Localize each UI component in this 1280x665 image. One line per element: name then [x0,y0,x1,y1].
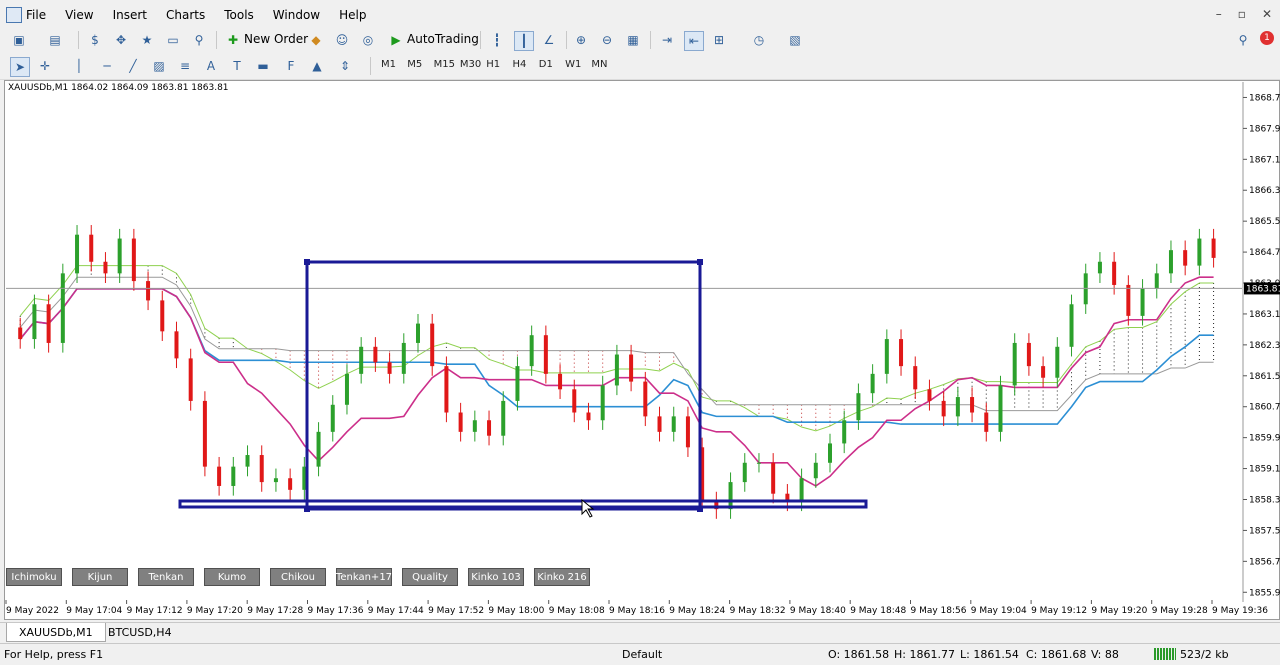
autotrading-button[interactable]: AutoTrading [407,32,479,46]
status-low: L: 1861.54 [960,648,1019,661]
vps-icon[interactable]: ◎ [359,31,377,49]
menu-window[interactable]: Window [273,8,320,22]
separator [78,31,79,49]
status-help: For Help, press F1 [4,648,104,661]
menu-charts[interactable]: Charts [166,8,205,22]
separator [370,57,371,75]
auto-scroll-icon[interactable]: ⇥ [658,31,676,49]
triangle-icon[interactable]: ▲ [308,57,326,75]
indicator-button-chikou[interactable]: Chikou [270,568,326,586]
timeframe-m5[interactable]: M5 [407,59,422,70]
new-order-button[interactable]: New Order [244,32,308,46]
meta-editor-icon[interactable]: ◆ [307,31,325,49]
indicator-button-ichimoku[interactable]: Ichimoku [6,568,62,586]
indicators-icon[interactable]: ⊞ [710,31,728,49]
zoom-in-icon[interactable]: ⊕ [572,31,590,49]
status-profile: Default [622,648,663,661]
separator [216,31,217,49]
zoom-out-icon[interactable]: ⊖ [598,31,616,49]
profiles-icon[interactable]: ▤ [46,31,64,49]
signals-icon[interactable]: ☺ [333,31,351,49]
status-bar: For Help, press F1 Default O: 1861.58 H:… [0,643,1280,665]
new-order-icon[interactable]: ✚ [224,31,242,49]
fibonacci-icon[interactable]: ≡ [176,57,194,75]
indicator-button-kinko-103[interactable]: Kinko 103 [468,568,524,586]
menu-tools[interactable]: Tools [224,8,254,22]
new-chart-icon[interactable]: ▣ [10,31,28,49]
standard-toolbar: ▣ ▤ $ ✥ ★ ▭ ⚲ ✚ New Order ◆ ☺ ◎ ▶ AutoTr… [0,27,1280,54]
app-icon [6,7,22,23]
close-icon[interactable]: ✕ [1262,7,1272,21]
menu-insert[interactable]: Insert [113,8,147,22]
bar-chart-icon[interactable]: ┇ [488,31,506,49]
timeframe-d1[interactable]: D1 [539,59,553,70]
indicator-button-kumo[interactable]: Kumo [204,568,260,586]
connection-icon [1154,648,1176,660]
chart-tabs: XAUUSDb,M1 BTCUSD,H4 [0,622,1280,643]
chart-symbol-info: XAUUSDb,M1 1864.02 1864.09 1863.81 1863.… [8,83,229,93]
menu-list: File View Insert Charts Tools Window Help [26,8,385,22]
vertical-line-icon[interactable]: │ [70,57,88,75]
minimize-icon[interactable]: – [1216,7,1222,21]
chart-shift-icon[interactable]: ⇤ [684,31,704,51]
timeframe-mn[interactable]: MN [591,59,607,70]
timeframe-m30[interactable]: M30 [460,59,481,70]
templates-icon[interactable]: ▧ [786,31,804,49]
rectangle-icon[interactable]: ▬ [254,57,272,75]
window-controls: – ▫ ✕ [1216,7,1272,21]
status-high: H: 1861.77 [894,648,955,661]
timeframe-h1[interactable]: H1 [486,59,500,70]
text-icon[interactable]: A [202,57,220,75]
menu-file[interactable]: File [26,8,46,22]
tile-windows-icon[interactable]: ▦ [624,31,642,49]
trendline-icon[interactable]: ╱ [124,57,142,75]
timeframe-m1[interactable]: M1 [381,59,396,70]
restore-icon[interactable]: ▫ [1238,7,1246,21]
separator [650,31,651,49]
indicator-button-tenkan[interactable]: Tenkan [138,568,194,586]
tab-btcusd[interactable]: BTCUSD,H4 [96,623,184,641]
arrows-icon[interactable]: ⇕ [336,57,354,75]
search-icon[interactable]: ⚲ [1234,31,1252,49]
crosshair-icon[interactable]: ✥ [112,31,130,49]
indicator-button-quality[interactable]: Quality [402,568,458,586]
tester-icon[interactable]: ⚲ [190,31,208,49]
candlestick-icon[interactable]: ┃ [514,31,534,51]
market-watch-icon[interactable]: $ [86,31,104,49]
menu-view[interactable]: View [65,8,93,22]
separator [480,31,481,49]
periods-icon[interactable]: ◷ [750,31,768,49]
timeframe-w1[interactable]: W1 [565,59,581,70]
status-open: O: 1861.58 [828,648,890,661]
indicator-button-tenkan-17[interactable]: Tenkan+17 [336,568,392,586]
status-volume: V: 88 [1091,648,1119,661]
timeframe-h4[interactable]: H4 [513,59,527,70]
indicator-button-kijun[interactable]: Kijun [72,568,128,586]
equidistant-channel-icon[interactable]: ▨ [150,57,168,75]
drawing-toolbar: ➤ ✛ │ ─ ╱ ▨ ≡ A T ▬ F ▲ ⇕ M1 M5 M15 M30 H1 H4… [0,53,1280,80]
tab-xauusd[interactable]: XAUUSDb,M1 [6,623,106,642]
status-traffic: 523/2 kb [1180,648,1229,661]
status-close: C: 1861.68 [1026,648,1087,661]
crosshair-tool-icon[interactable]: ✛ [36,57,54,75]
notification-icon[interactable]: 1 [1260,31,1274,45]
autotrading-icon[interactable]: ▶ [387,31,405,49]
menu-help[interactable]: Help [339,8,366,22]
indicator-button-kinko-216[interactable]: Kinko 216 [534,568,590,586]
horizontal-line-icon[interactable]: ─ [98,57,116,75]
navigator-icon[interactable]: ★ [138,31,156,49]
chart-window[interactable] [4,80,1280,620]
line-chart-icon[interactable]: ∠ [540,31,558,49]
terminal-icon[interactable]: ▭ [164,31,182,49]
fibo-fan-icon[interactable]: F [282,57,300,75]
text-label-icon[interactable]: T [228,57,246,75]
cursor-icon[interactable]: ➤ [10,57,30,77]
separator [566,31,567,49]
timeframe-m15[interactable]: M15 [434,59,455,70]
